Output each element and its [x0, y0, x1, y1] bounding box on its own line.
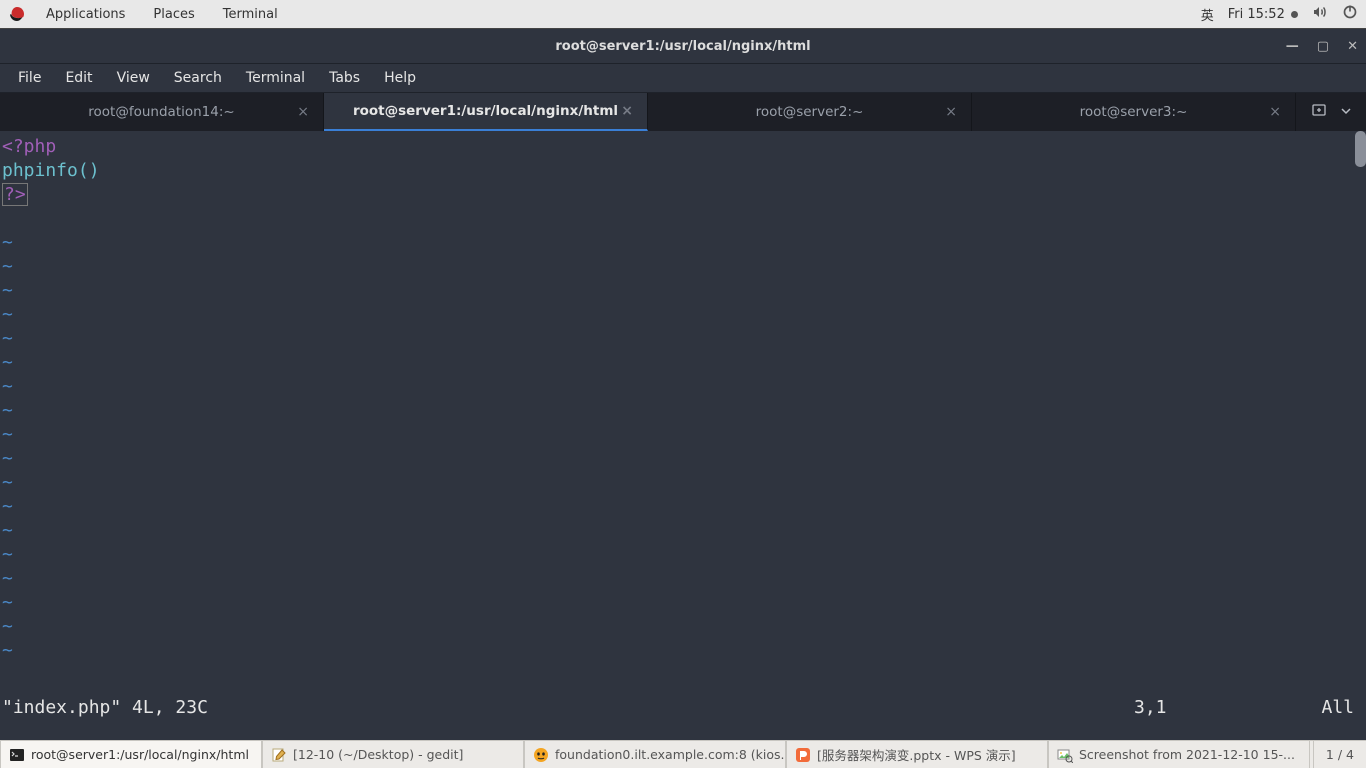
- panel-places-menu[interactable]: Places: [139, 7, 208, 22]
- vim-status-file: "index.php" 4L, 23C: [2, 696, 208, 720]
- panel-applications-menu[interactable]: Applications: [32, 7, 139, 22]
- tab-label: root@server1:/usr/local/nginx/html: [353, 103, 618, 119]
- tab-foundation14[interactable]: root@foundation14:~ ×: [0, 93, 324, 131]
- distro-logo-icon: [8, 5, 26, 23]
- tab-close-icon[interactable]: ×: [1269, 104, 1281, 120]
- tab-label: root@foundation14:~: [88, 104, 234, 120]
- window-close-button[interactable]: ✕: [1347, 39, 1358, 54]
- tab-label: root@server2:~: [756, 104, 864, 120]
- panel-clock[interactable]: Fri 15:52: [1228, 7, 1298, 22]
- scrollbar-thumb[interactable]: [1355, 131, 1366, 167]
- tab-close-icon[interactable]: ×: [945, 104, 957, 120]
- tab-close-icon[interactable]: ×: [297, 104, 309, 120]
- window-titlebar: root@server1:/usr/local/nginx/html — ▢ ✕: [0, 29, 1366, 63]
- task-label: [服务器架构演变.pptx - WPS 演示]: [817, 745, 1016, 764]
- window-title: root@server1:/usr/local/nginx/html: [555, 39, 810, 54]
- task-label: [12-10 (~/Desktop) - gedit]: [293, 747, 463, 762]
- tab-server2[interactable]: root@server2:~ ×: [648, 93, 972, 131]
- tab-server3[interactable]: root@server3:~ ×: [972, 93, 1296, 131]
- php-close-tag-cursor: ?>: [2, 183, 28, 206]
- ime-indicator[interactable]: 英: [1201, 5, 1214, 24]
- new-tab-icon[interactable]: [1311, 102, 1327, 122]
- task-wps[interactable]: [服务器架构演变.pptx - WPS 演示]: [786, 741, 1048, 768]
- power-icon[interactable]: [1342, 4, 1358, 24]
- volume-icon[interactable]: [1312, 4, 1328, 24]
- window-maximize-button[interactable]: ▢: [1317, 39, 1329, 54]
- menu-help[interactable]: Help: [372, 70, 428, 86]
- panel-terminal-menu[interactable]: Terminal: [209, 7, 292, 22]
- terminal-tabbar: root@foundation14:~ × root@server1:/usr/…: [0, 93, 1366, 131]
- task-label: Screenshot from 2021-12-10 15-...: [1079, 747, 1295, 762]
- menu-search[interactable]: Search: [162, 70, 234, 86]
- workspace-indicator[interactable]: 1 / 4: [1313, 741, 1366, 768]
- image-viewer-icon: [1057, 747, 1073, 763]
- task-browser[interactable]: foundation0.ilt.example.com:8 (kios...: [524, 741, 786, 768]
- window-list-taskbar: root@server1:/usr/local/nginx/html [12-1…: [0, 740, 1366, 768]
- terminal-editor-area[interactable]: <?php phpinfo() ?> ~~~~~~~~~~~~~~~~~~ "i…: [0, 131, 1366, 740]
- menu-tabs[interactable]: Tabs: [317, 70, 372, 86]
- vim-status-position: 3,1: [1134, 696, 1294, 720]
- tab-menu-chevron-icon[interactable]: [1341, 105, 1351, 120]
- php-open-tag: <?php: [2, 136, 56, 157]
- task-terminal[interactable]: root@server1:/usr/local/nginx/html: [0, 741, 262, 768]
- vim-empty-lines: ~~~~~~~~~~~~~~~~~~: [2, 231, 1364, 663]
- terminal-window: root@server1:/usr/local/nginx/html — ▢ ✕…: [0, 28, 1366, 740]
- tiger-vnc-icon: [533, 747, 549, 763]
- menu-edit[interactable]: Edit: [53, 70, 104, 86]
- php-function: phpinfo: [2, 160, 78, 181]
- vim-status-line: "index.php" 4L, 23C 3,1 All: [2, 696, 1354, 720]
- menu-file[interactable]: File: [6, 70, 53, 86]
- terminal-menubar: File Edit View Search Terminal Tabs Help: [0, 63, 1366, 93]
- window-minimize-button[interactable]: —: [1286, 39, 1299, 54]
- tab-server1[interactable]: root@server1:/usr/local/nginx/html ×: [324, 93, 648, 131]
- text-editor-icon: [271, 747, 287, 763]
- task-label: root@server1:/usr/local/nginx/html: [31, 747, 249, 762]
- task-gedit[interactable]: [12-10 (~/Desktop) - gedit]: [262, 741, 524, 768]
- task-label: foundation0.ilt.example.com:8 (kios...: [555, 747, 786, 762]
- terminal-icon: [9, 747, 25, 763]
- task-image-viewer[interactable]: Screenshot from 2021-12-10 15-...: [1048, 741, 1310, 768]
- menu-view[interactable]: View: [105, 70, 162, 86]
- menu-terminal[interactable]: Terminal: [234, 70, 317, 86]
- gnome-top-panel: Applications Places Terminal 英 Fri 15:52: [0, 0, 1366, 28]
- wps-presentation-icon: [795, 747, 811, 763]
- vim-status-percent: All: [1294, 696, 1354, 720]
- tab-label: root@server3:~: [1080, 104, 1188, 120]
- tab-close-icon[interactable]: ×: [621, 103, 633, 119]
